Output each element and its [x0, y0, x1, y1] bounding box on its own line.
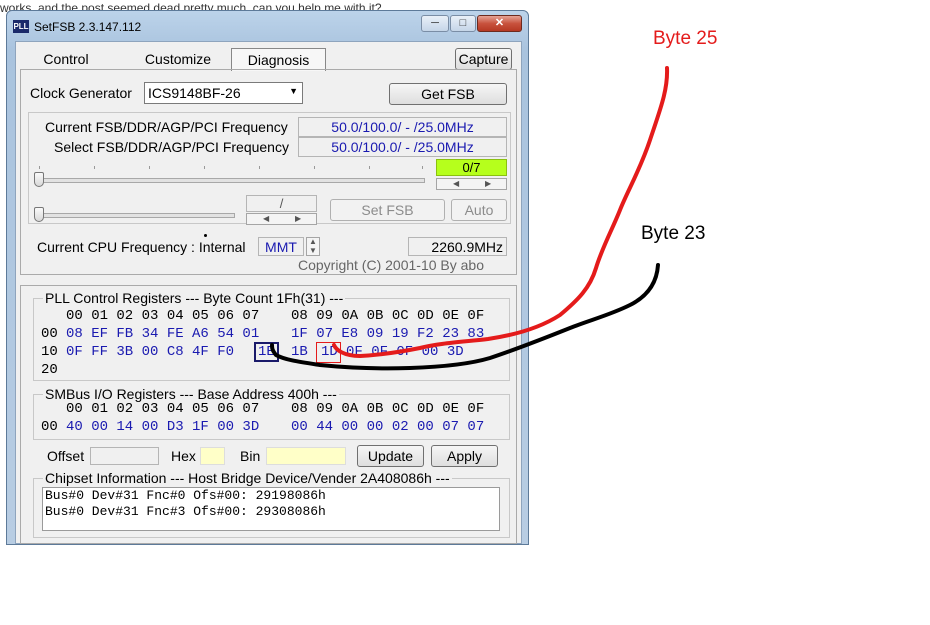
byte23-label: Byte 23 — [641, 223, 706, 244]
byte23-pointer — [270, 263, 660, 371]
annotation-layer — [270, 66, 670, 371]
byte25-label: Byte 25 — [653, 28, 718, 49]
